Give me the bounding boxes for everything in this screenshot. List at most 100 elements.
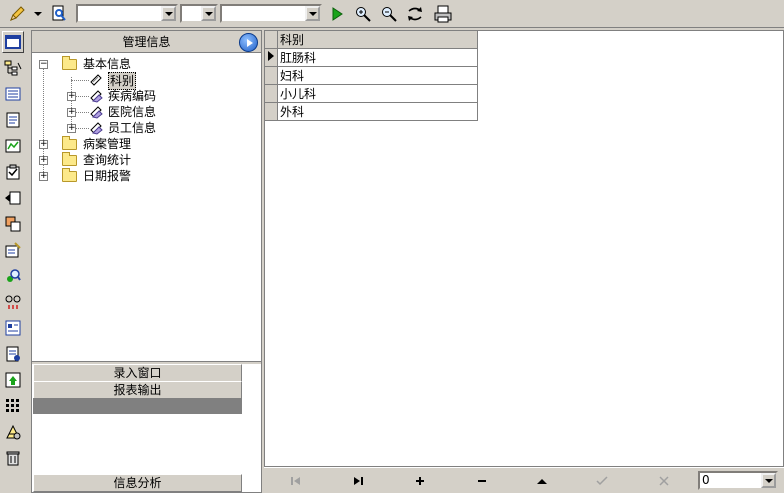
refresh-icon[interactable] bbox=[404, 3, 426, 25]
record-select[interactable]: 0 bbox=[698, 471, 778, 490]
grid-header-row: 科别 bbox=[265, 31, 478, 49]
folder-icon bbox=[62, 56, 77, 70]
trash-icon[interactable] bbox=[2, 447, 24, 469]
form-icon[interactable] bbox=[2, 83, 24, 105]
table-row[interactable]: 外科 bbox=[265, 102, 478, 121]
record-select-value: 0 bbox=[702, 473, 710, 487]
edit-form-icon[interactable] bbox=[2, 239, 24, 261]
tree-node-label: 疾病编码 bbox=[108, 89, 157, 103]
entry-window-bar[interactable]: 录入窗口 bbox=[33, 364, 242, 382]
main-toolbar bbox=[0, 0, 784, 28]
table-row[interactable]: 肛肠科 bbox=[265, 48, 478, 67]
grid-cell[interactable]: 小儿科 bbox=[277, 84, 478, 103]
first-record-button[interactable] bbox=[266, 470, 326, 492]
grid-cell[interactable]: 妇科 bbox=[277, 66, 478, 85]
record-navigator: 0 bbox=[264, 467, 784, 493]
chart-icon[interactable] bbox=[2, 135, 24, 157]
tree-node-label: 日期报警 bbox=[83, 169, 132, 183]
close-icon bbox=[659, 476, 669, 486]
nav-tree: − 基本信息 科别 + 疾病编码 + 医院信息 + 员工信息 + 病案管理 + … bbox=[32, 55, 261, 361]
page-stack-icon bbox=[90, 90, 103, 103]
folder-icon bbox=[62, 152, 77, 166]
check-icon bbox=[596, 476, 608, 486]
current-row-indicator bbox=[265, 48, 278, 67]
tree-node-date-alarm[interactable]: + 日期报警 bbox=[32, 168, 192, 184]
window-icon[interactable] bbox=[2, 31, 24, 53]
grid-cell[interactable]: 外科 bbox=[277, 102, 478, 121]
tree-structure-icon[interactable] bbox=[2, 57, 24, 79]
expand-toggle[interactable]: + bbox=[39, 172, 48, 181]
user-search-icon[interactable] bbox=[2, 265, 24, 287]
tree-node-label: 查询统计 bbox=[83, 153, 132, 167]
caret-up-icon bbox=[537, 479, 547, 484]
link-icon[interactable] bbox=[2, 291, 24, 313]
folder-icon bbox=[62, 168, 77, 182]
tree-node-label: 员工信息 bbox=[108, 121, 157, 135]
filter-operator-select[interactable] bbox=[180, 4, 218, 23]
data-grid: 科别 肛肠科 妇科 小儿科 外科 bbox=[264, 30, 784, 467]
expand-toggle[interactable]: + bbox=[67, 124, 76, 133]
expand-toggle[interactable]: + bbox=[39, 140, 48, 149]
row-indicator bbox=[265, 102, 278, 121]
report-output-bar[interactable]: 报表输出 bbox=[33, 381, 242, 399]
insert-record-button[interactable] bbox=[390, 470, 450, 492]
panel-title: 管理信息 bbox=[32, 31, 261, 53]
tree-node-basic-info[interactable]: − 基本信息 bbox=[32, 56, 192, 72]
export-icon[interactable] bbox=[2, 187, 24, 209]
chevron-down-icon[interactable] bbox=[32, 3, 44, 25]
grid-cell[interactable]: 肛肠科 bbox=[277, 48, 478, 67]
report-icon[interactable] bbox=[2, 343, 24, 365]
tree-node-label: 基本信息 bbox=[83, 57, 132, 71]
pencil-icon[interactable] bbox=[6, 3, 28, 25]
row-indicator-header bbox=[265, 31, 278, 49]
expand-toggle[interactable]: + bbox=[67, 92, 76, 101]
column-header-dept[interactable]: 科别 bbox=[277, 31, 478, 49]
preview-icon[interactable] bbox=[48, 3, 70, 25]
expand-toggle[interactable]: + bbox=[67, 108, 76, 117]
info-analysis-bar[interactable]: 信息分析 bbox=[33, 474, 242, 492]
grid-table: 科别 肛肠科 妇科 小儿科 外科 bbox=[265, 31, 478, 121]
play-icon[interactable] bbox=[326, 3, 348, 25]
delete-record-button[interactable] bbox=[452, 470, 512, 492]
tree-node-hospital-info[interactable]: + 医院信息 bbox=[32, 104, 192, 120]
print-icon[interactable] bbox=[432, 3, 454, 25]
zoom-out-icon[interactable] bbox=[378, 3, 400, 25]
cancel-record-button[interactable] bbox=[634, 470, 694, 492]
page-icon bbox=[90, 74, 102, 86]
copy-icon[interactable] bbox=[2, 213, 24, 235]
zoom-in-icon[interactable] bbox=[352, 3, 374, 25]
go-button[interactable] bbox=[239, 33, 258, 52]
tools-icon[interactable] bbox=[2, 421, 24, 443]
tree-node-dept[interactable]: 科别 bbox=[32, 72, 192, 90]
tree-node-staff-info[interactable]: + 员工信息 bbox=[32, 120, 192, 136]
table-report-icon[interactable] bbox=[2, 317, 24, 339]
row-pointer-icon bbox=[268, 51, 274, 61]
table-row[interactable]: 妇科 bbox=[265, 66, 478, 85]
row-indicator bbox=[265, 66, 278, 85]
tree-node-query-stats[interactable]: + 查询统计 bbox=[32, 152, 192, 168]
checklist-icon[interactable] bbox=[2, 161, 24, 183]
last-record-icon bbox=[354, 477, 363, 485]
edit-record-button[interactable] bbox=[512, 470, 572, 492]
filter-value-select[interactable] bbox=[220, 4, 322, 23]
last-record-button[interactable] bbox=[328, 470, 388, 492]
page-stack-icon bbox=[90, 106, 103, 119]
collapse-toggle[interactable]: − bbox=[39, 60, 48, 69]
chevron-down-icon[interactable] bbox=[761, 473, 776, 488]
expand-toggle[interactable]: + bbox=[39, 156, 48, 165]
import-icon[interactable] bbox=[2, 369, 24, 391]
tree-node-label: 医院信息 bbox=[108, 105, 157, 119]
plus-icon bbox=[416, 477, 424, 485]
post-record-button[interactable] bbox=[572, 470, 632, 492]
document-icon[interactable] bbox=[2, 109, 24, 131]
table-row[interactable]: 小儿科 bbox=[265, 84, 478, 103]
grid-icon[interactable] bbox=[2, 395, 24, 417]
filter-field-select[interactable] bbox=[76, 4, 178, 23]
play-icon bbox=[246, 38, 253, 47]
side-toolbar bbox=[0, 29, 27, 493]
row-indicator bbox=[265, 84, 278, 103]
tree-node-records[interactable]: + 病案管理 bbox=[32, 136, 192, 152]
navigator-panel: 管理信息 − 基本信息 科别 + 疾病编码 + 医院信息 + 员工信息 + 病案… bbox=[31, 30, 262, 493]
first-record-icon bbox=[291, 477, 300, 485]
tree-node-disease-code[interactable]: + 疾病编码 bbox=[32, 88, 192, 104]
